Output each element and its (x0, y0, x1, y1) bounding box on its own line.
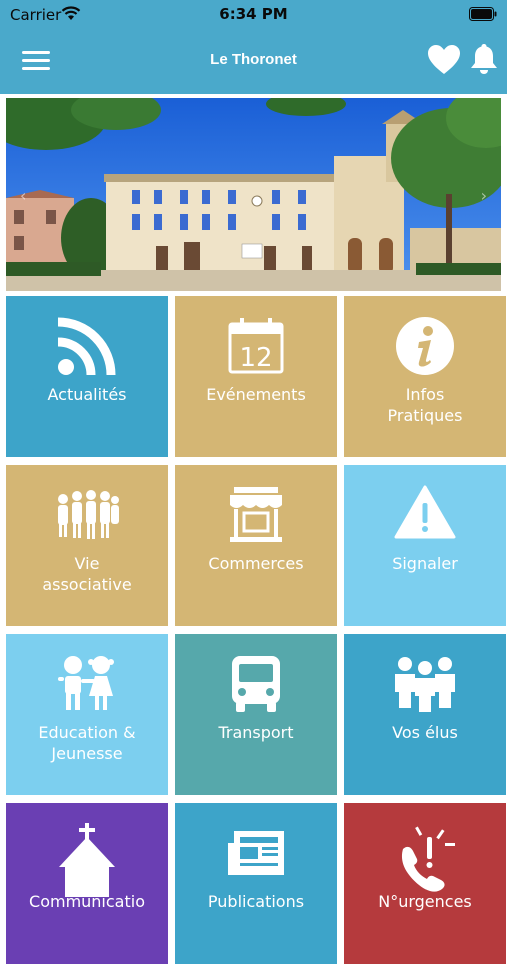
tile-label: Actualités (47, 385, 127, 404)
app-header: Carrier 6:34 PM Le Thoronet (0, 0, 507, 94)
children-icon (6, 654, 168, 718)
tile-label: N°urgences (378, 892, 472, 911)
nav-bar: Le Thoronet (0, 30, 507, 94)
newspaper-icon (175, 823, 337, 887)
warning-icon (344, 485, 506, 549)
chevron-left-icon[interactable]: ‹ (20, 186, 26, 205)
tile-label: Education & Jeunesse (38, 723, 136, 763)
town-hall-photo (6, 98, 501, 291)
tile-evenements[interactable]: 12 Evénements (175, 296, 337, 457)
heart-icon[interactable] (427, 44, 461, 76)
tile-education-jeunesse[interactable]: Education & Jeunesse (6, 634, 168, 795)
phone-alert-icon (344, 823, 506, 892)
tile-transport[interactable]: Transport (175, 634, 337, 795)
tile-infos-pratiques[interactable]: Infos Pratiques (344, 296, 506, 457)
tile-signaler[interactable]: Signaler (344, 465, 506, 626)
info-icon (344, 316, 506, 380)
shop-icon (175, 485, 337, 549)
tile-label: Communicatio (29, 892, 145, 911)
people-icon (6, 485, 168, 549)
bell-icon[interactable] (470, 42, 498, 76)
rss-icon (6, 316, 168, 380)
tile-publications[interactable]: Publications (175, 803, 337, 964)
tile-urgences[interactable]: N°urgences (344, 803, 506, 964)
chevron-right-icon[interactable]: › (481, 186, 487, 205)
bus-icon (175, 654, 337, 718)
tile-label: Infos Pratiques (387, 385, 463, 425)
tile-vos-elus[interactable]: Vos élus (344, 634, 506, 795)
calendar-icon: 12 (175, 316, 337, 380)
group-icon (344, 654, 506, 718)
battery-icon (469, 7, 497, 25)
tile-label: Signaler (392, 554, 458, 573)
tile-label: Transport (218, 723, 294, 742)
status-bar: Carrier 6:34 PM (0, 0, 507, 30)
clock: 6:34 PM (219, 5, 288, 23)
church-icon (6, 823, 168, 897)
tile-label: Vie associative (42, 554, 132, 594)
tile-label: Publications (207, 892, 305, 911)
calendar-day: 12 (239, 343, 272, 373)
tile-actualites[interactable]: Actualités (6, 296, 168, 457)
tile-label: Evénements (206, 385, 306, 404)
tile-label: Commerces (208, 554, 304, 573)
tile-commerces[interactable]: Commerces (175, 465, 337, 626)
tile-communication[interactable]: Communicatio (6, 803, 168, 964)
banner-photo[interactable]: ‹ › (6, 98, 501, 291)
tile-vie-associative[interactable]: Vie associative (6, 465, 168, 626)
tile-label: Vos élus (392, 723, 458, 742)
